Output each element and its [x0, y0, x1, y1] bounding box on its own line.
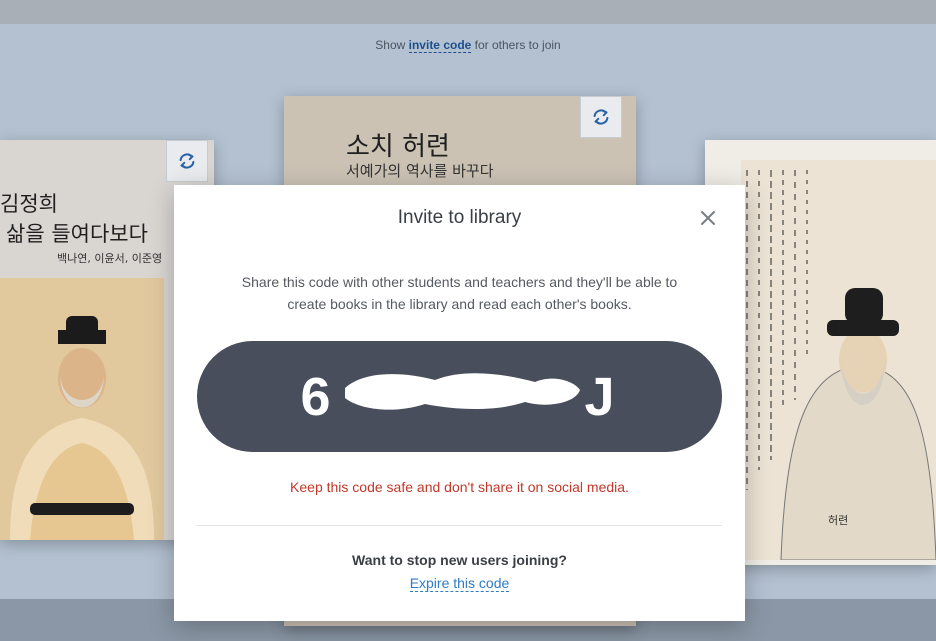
rotate-book-button[interactable] [166, 140, 208, 182]
invite-code-redacted [335, 360, 585, 433]
expire-link-wrap: Expire this code [174, 575, 745, 593]
portrait-caption: 허련 [828, 514, 849, 527]
show-invite-suffix: for others to join [471, 38, 561, 52]
portrait-image [0, 278, 164, 540]
security-warning: Keep this code safe and don't share it o… [290, 479, 629, 495]
invite-code-first: 6 [300, 366, 335, 427]
invite-code-link[interactable]: invite code [408, 38, 472, 53]
divider [197, 525, 722, 526]
book-authors: 백나연, 이윤서, 이준영 [57, 252, 163, 265]
rotate-icon [179, 153, 195, 169]
book-title-line1: 소치 허련 [346, 132, 450, 162]
book-title-line2: 삶을 들여다보다 [6, 222, 148, 246]
portrait-image [741, 160, 936, 560]
show-invite-text: Show invite code for others to join [0, 38, 936, 53]
expire-code-link[interactable]: Expire this code [409, 575, 510, 592]
invite-code-display: 6 J [197, 341, 722, 452]
invite-modal: Invite to library Share this code with o… [174, 185, 745, 621]
top-bar [0, 0, 936, 24]
book-title-line2: 서예가의 역사를 바꾸다 [346, 162, 494, 180]
rotate-icon [593, 109, 609, 125]
invite-code-last: J [584, 366, 619, 427]
rotate-book-button[interactable] [580, 96, 622, 138]
redaction-mark [344, 373, 580, 410]
modal-description: Share this code with other students and … [241, 274, 678, 312]
book-title-line1: 김정희 [0, 192, 58, 216]
close-icon [701, 211, 715, 225]
close-button[interactable] [698, 208, 718, 228]
stop-joining-question: Want to stop new users joining? [352, 552, 567, 568]
modal-title: Invite to library [397, 207, 522, 228]
show-invite-prefix: Show [375, 38, 409, 52]
